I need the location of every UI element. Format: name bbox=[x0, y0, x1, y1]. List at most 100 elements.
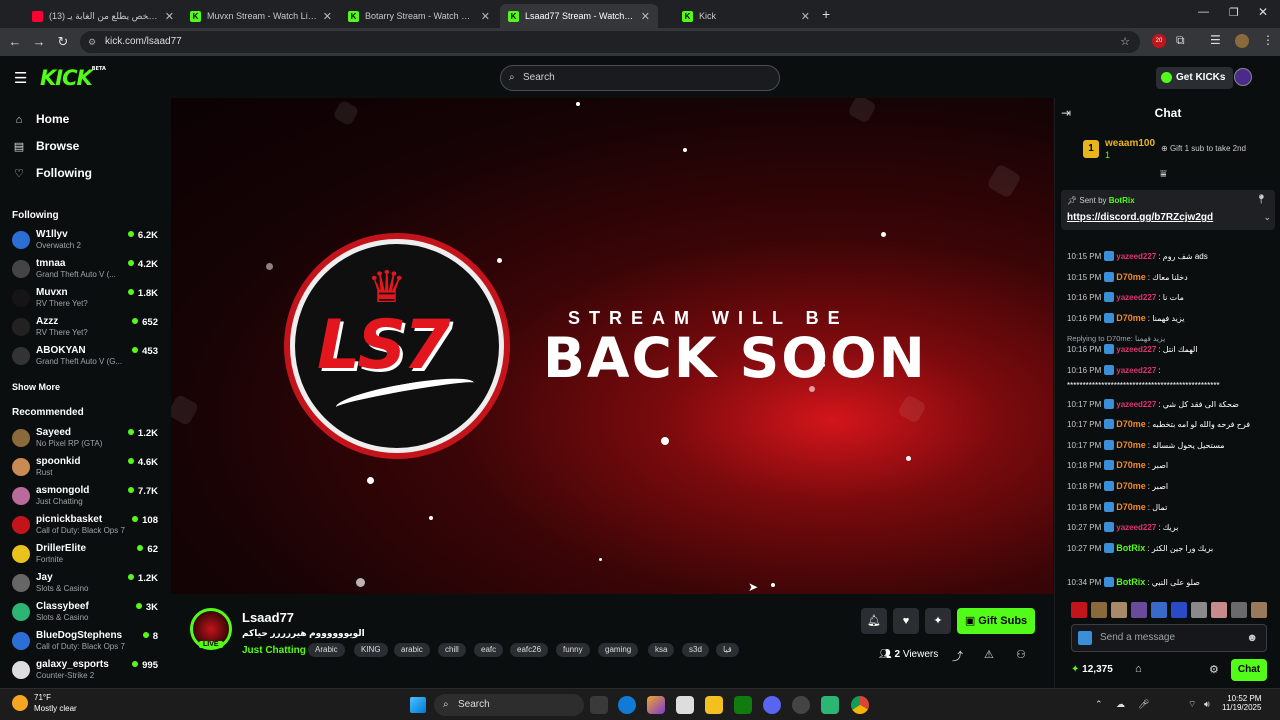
sidebar-channel[interactable]: spoonkid Rust 4.6K bbox=[12, 456, 162, 482]
sidebar-channel[interactable]: BlueDogStephens Call of Duty: Black Ops 7… bbox=[12, 630, 162, 656]
stream-tag[interactable]: arabic bbox=[394, 643, 430, 657]
forward-icon[interactable]: → bbox=[31, 34, 47, 50]
emoji-icon[interactable]: ☻ bbox=[1246, 625, 1258, 651]
stream-tag[interactable]: chill bbox=[438, 643, 466, 657]
wifi-icon[interactable]: ⌔ bbox=[1188, 699, 1196, 710]
share-icon[interactable]: ⤴ bbox=[952, 648, 963, 664]
close-icon[interactable]: ✕ bbox=[481, 10, 490, 23]
tray-chevron-icon[interactable]: ⌃ bbox=[1095, 699, 1103, 710]
nav-following[interactable]: ♡ Following bbox=[12, 166, 92, 180]
stream-tag[interactable]: ksa bbox=[648, 643, 675, 657]
get-kicks-button[interactable]: Get KICKs bbox=[1156, 67, 1234, 89]
emote-bar[interactable] bbox=[1071, 602, 1267, 618]
chrome-icon[interactable] bbox=[851, 696, 869, 714]
sidebar-channel[interactable]: Muvxn RV There Yet? 1.8K bbox=[12, 287, 162, 313]
stream-tag[interactable]: eafc bbox=[474, 643, 504, 657]
app-icon[interactable] bbox=[821, 696, 839, 714]
chevron-down-icon[interactable]: ⌄ bbox=[1263, 212, 1271, 223]
store-app-icon[interactable] bbox=[676, 696, 694, 714]
store-icon[interactable]: ⌂ bbox=[1135, 663, 1142, 675]
sidebar-channel[interactable]: Jay Slots & Casino 1.2K bbox=[12, 572, 162, 598]
kick-logo[interactable]: KICKBETA bbox=[40, 66, 106, 90]
stream-tag[interactable]: قيا bbox=[716, 643, 739, 657]
sidebar-channel[interactable]: Sayeed No Pixel RP (GTA) 1.2K bbox=[12, 427, 162, 453]
sidebar-channel[interactable]: W1llyv Overwatch 2 6.2K bbox=[12, 229, 162, 255]
account-icon[interactable]: ⚇ bbox=[1016, 648, 1026, 661]
nav-home[interactable]: ⌂ Home bbox=[12, 112, 70, 126]
mic-icon[interactable]: 🎤︎ bbox=[1138, 699, 1149, 710]
message-username[interactable]: D70me bbox=[1116, 419, 1146, 429]
message-username[interactable]: BotRix bbox=[1116, 577, 1145, 587]
close-icon[interactable]: ✕ bbox=[641, 10, 650, 23]
emote[interactable] bbox=[1111, 602, 1127, 618]
bookmark-star-icon[interactable]: ☆ bbox=[1120, 31, 1130, 53]
message-username[interactable]: D70me bbox=[1116, 440, 1146, 450]
chat-filter-icon[interactable]: ⩸ bbox=[1160, 168, 1167, 181]
url-field[interactable]: ⚙ kick.com/lsaad77 ☆ bbox=[80, 31, 1140, 53]
sidebar-channel[interactable]: Azzz RV There Yet? 652 bbox=[12, 316, 162, 342]
emote[interactable] bbox=[1171, 602, 1187, 618]
browser-tab-active[interactable]: K Lsaad77 Stream - Watch Live on ✕ bbox=[500, 4, 658, 28]
profile-avatar[interactable] bbox=[1235, 34, 1249, 48]
taskbar-search[interactable]: ⌕ Search bbox=[434, 694, 584, 716]
task-view-icon[interactable] bbox=[590, 696, 608, 714]
hamburger-menu-icon[interactable]: ☰ bbox=[14, 69, 27, 87]
message-username[interactable]: yazeed227 bbox=[1116, 293, 1156, 302]
reload-icon[interactable]: ↻ bbox=[55, 34, 71, 50]
message-username[interactable]: yazeed227 bbox=[1116, 366, 1156, 375]
pinned-link[interactable]: https://discord.gg/b7RZcjw2gd bbox=[1067, 212, 1213, 223]
send-chat-button[interactable]: Chat bbox=[1231, 659, 1267, 681]
browser-tab[interactable]: K Kick ✕ bbox=[674, 4, 818, 28]
message-username[interactable]: yazeed227 bbox=[1116, 252, 1156, 261]
restore-button[interactable]: ❐ bbox=[1229, 6, 1239, 19]
menu-icon[interactable]: ⋮ bbox=[1262, 33, 1274, 47]
gift-subs-button[interactable]: ▣ Gift Subs bbox=[957, 608, 1035, 634]
gift-tip[interactable]: ⊕ Gift 1 sub to take 2nd bbox=[1161, 144, 1246, 153]
stream-tag[interactable]: KING bbox=[354, 643, 388, 657]
tab-search-icon[interactable]: ☰ bbox=[1210, 33, 1221, 47]
start-button[interactable] bbox=[410, 697, 426, 713]
emote[interactable] bbox=[1091, 602, 1107, 618]
message-username[interactable]: yazeed227 bbox=[1116, 345, 1156, 354]
clock[interactable]: 10:52 PM 11/19/2025 bbox=[1222, 694, 1261, 712]
discord-icon[interactable] bbox=[763, 696, 781, 714]
user-avatar[interactable] bbox=[1234, 68, 1252, 86]
emote[interactable] bbox=[1131, 602, 1147, 618]
chat-input[interactable]: Send a message ☻ bbox=[1071, 624, 1267, 652]
channel-points[interactable]: 12,375 bbox=[1071, 664, 1113, 675]
new-tab-button[interactable]: + bbox=[822, 6, 830, 22]
settings-gear-icon[interactable]: ⚙ bbox=[1209, 663, 1219, 676]
edge-icon[interactable] bbox=[618, 696, 636, 714]
stream-tag[interactable]: eafc26 bbox=[510, 643, 549, 657]
stream-tag[interactable]: gaming bbox=[598, 643, 639, 657]
video-player[interactable]: ♛ LS7 STREAM WILL BE BACK SOON ➤ bbox=[171, 98, 1053, 594]
stream-tag[interactable]: s3d bbox=[682, 643, 709, 657]
message-username[interactable]: D70me bbox=[1116, 313, 1146, 323]
emote[interactable] bbox=[1251, 602, 1267, 618]
report-icon[interactable]: ⚠ bbox=[984, 648, 994, 661]
xbox-icon[interactable] bbox=[734, 696, 752, 714]
close-window-button[interactable]: ✕ bbox=[1258, 5, 1268, 19]
sidebar-channel[interactable]: tmnaa Grand Theft Auto V (... 4.2K bbox=[12, 258, 162, 284]
emote[interactable] bbox=[1191, 602, 1207, 618]
notification-bell-button[interactable]: 🔔︎ bbox=[861, 608, 887, 634]
file-explorer-icon[interactable] bbox=[705, 696, 723, 714]
emote[interactable] bbox=[1151, 602, 1167, 618]
copilot-icon[interactable] bbox=[647, 696, 665, 714]
message-username[interactable]: D70me bbox=[1116, 272, 1146, 282]
volume-icon[interactable]: 🔊︎ bbox=[1204, 699, 1210, 710]
close-icon[interactable]: ✕ bbox=[165, 10, 174, 23]
back-icon[interactable]: ← bbox=[7, 34, 23, 50]
sidebar-channel[interactable]: DrillerElite Fortnite 62 bbox=[12, 543, 162, 569]
message-username[interactable]: D70me bbox=[1116, 502, 1146, 512]
emote[interactable] bbox=[1211, 602, 1227, 618]
stream-tag[interactable]: funny bbox=[556, 643, 590, 657]
message-username[interactable]: D70me bbox=[1116, 460, 1146, 470]
stream-tag[interactable]: Arabic bbox=[308, 643, 345, 657]
extension-badge[interactable]: 20 bbox=[1152, 34, 1166, 48]
sidebar-channel[interactable]: picnickbasket Call of Duty: Black Ops 7 10… bbox=[12, 514, 162, 540]
browser-tab[interactable]: K Muvxn Stream - Watch Live on ✕ bbox=[182, 4, 340, 28]
unpin-icon[interactable]: 📍︎ bbox=[1256, 194, 1267, 205]
search-input[interactable]: ⌕ Search bbox=[500, 65, 780, 91]
sidebar-channel[interactable]: asmongold Just Chatting 7.7K bbox=[12, 485, 162, 511]
